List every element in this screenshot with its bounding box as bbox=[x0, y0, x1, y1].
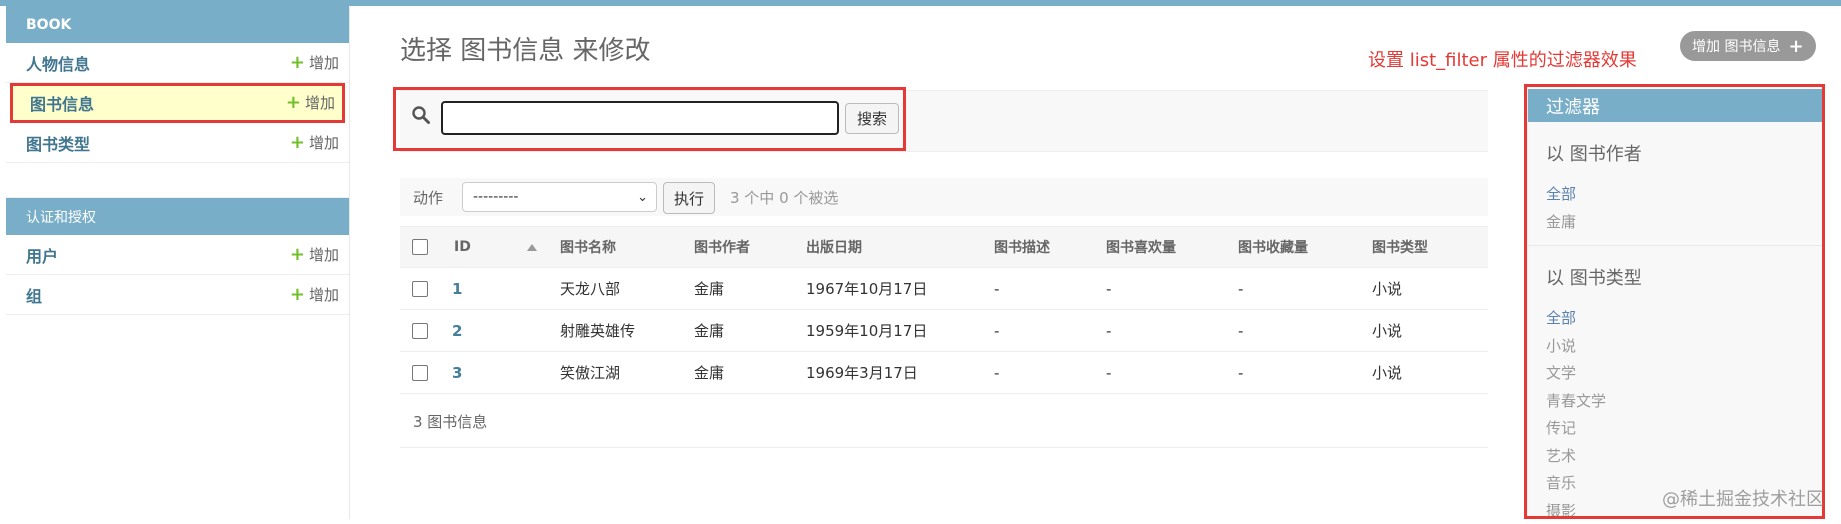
search-highlight-box bbox=[393, 87, 906, 151]
cell-name: 天龙八部 bbox=[560, 268, 694, 310]
selection-counter: 3 个中 0 个被选 bbox=[730, 187, 838, 208]
table-row: 3 笑傲江湖 金庸 1969年3月17日 - - - 小说 bbox=[400, 352, 1488, 394]
actions-label: 动作 bbox=[413, 187, 443, 208]
add-link[interactable]: +增加 bbox=[290, 244, 339, 265]
cell-date: 1967年10月17日 bbox=[806, 268, 994, 310]
column-header-id[interactable]: ID bbox=[442, 227, 560, 268]
watermark: @稀土掘金技术社区 bbox=[1662, 485, 1824, 511]
sidebar-item-label[interactable]: 组 bbox=[26, 283, 42, 307]
sidebar-spacer bbox=[6, 163, 349, 198]
cell-author: 金庸 bbox=[694, 268, 806, 310]
cell-likes: - bbox=[1106, 268, 1238, 310]
plus-icon: + bbox=[290, 246, 305, 264]
add-book-button[interactable]: 增加 图书信息+ bbox=[1680, 31, 1816, 61]
chevron-down-icon: ⌄ bbox=[637, 190, 648, 205]
cell-date: 1969年3月17日 bbox=[806, 352, 994, 394]
column-header-name[interactable]: 图书名称 bbox=[560, 227, 694, 268]
sidebar-item-users[interactable]: 用户 +增加 bbox=[6, 235, 349, 275]
cell-date: 1959年10月17日 bbox=[806, 310, 994, 352]
sidebar-item-label[interactable]: 图书信息 bbox=[30, 91, 94, 115]
cell-name: 笑傲江湖 bbox=[560, 352, 694, 394]
run-action-button[interactable]: 执行 bbox=[663, 182, 715, 214]
module-header-auth[interactable]: 认证和授权 bbox=[6, 198, 349, 235]
add-link[interactable]: +增加 bbox=[286, 92, 335, 113]
plus-icon: + bbox=[286, 94, 301, 112]
paginator: 3 图书信息 bbox=[400, 395, 1488, 448]
result-count: 3 图书信息 bbox=[413, 411, 487, 432]
actions-bar: 动作 --------- ⌄ 执行 3 个中 0 个被选 bbox=[400, 178, 1488, 216]
sidebar-item-label[interactable]: 人物信息 bbox=[26, 51, 90, 75]
column-header-desc[interactable]: 图书描述 bbox=[994, 227, 1106, 268]
cell-author: 金庸 bbox=[694, 310, 806, 352]
sidebar-item-person[interactable]: 人物信息 +增加 bbox=[6, 43, 349, 83]
row-id-link[interactable]: 2 bbox=[442, 310, 560, 352]
cell-desc: - bbox=[994, 352, 1106, 394]
app-sidebar: BOOK 人物信息 +增加 图书信息 +增加 图书类型 +增加 认证和授权 用户… bbox=[6, 6, 350, 519]
column-header-author[interactable]: 图书作者 bbox=[694, 227, 806, 268]
column-header-favs[interactable]: 图书收藏量 bbox=[1238, 227, 1372, 268]
page-title: 选择 图书信息 来修改 bbox=[400, 30, 651, 67]
add-link[interactable]: +增加 bbox=[290, 284, 339, 305]
sidebar-item-groups[interactable]: 组 +增加 bbox=[6, 275, 349, 315]
plus-icon: + bbox=[1788, 36, 1803, 57]
column-header-date[interactable]: 出版日期 bbox=[806, 227, 994, 268]
cell-type: 小说 bbox=[1372, 352, 1488, 394]
cell-type: 小说 bbox=[1372, 268, 1488, 310]
cell-name: 射雕英雄传 bbox=[560, 310, 694, 352]
cell-favs: - bbox=[1238, 268, 1372, 310]
row-checkbox[interactable] bbox=[412, 281, 428, 297]
row-checkbox[interactable] bbox=[412, 323, 428, 339]
row-id-link[interactable]: 3 bbox=[442, 352, 560, 394]
sidebar-item-book[interactable]: 图书信息 +增加 bbox=[10, 83, 345, 123]
action-select[interactable]: --------- ⌄ bbox=[462, 182, 657, 212]
column-header-likes[interactable]: 图书喜欢量 bbox=[1106, 227, 1238, 268]
add-link[interactable]: +增加 bbox=[290, 52, 339, 73]
add-link[interactable]: +增加 bbox=[290, 132, 339, 153]
filter-highlight-box bbox=[1524, 84, 1825, 519]
annotation-note: 设置 list_filter 属性的过滤器效果 bbox=[1368, 46, 1637, 72]
table-header-row: ID 图书名称 图书作者 出版日期 图书描述 图书喜欢量 图书收藏量 图书类型 bbox=[400, 227, 1488, 268]
plus-icon: + bbox=[290, 134, 305, 152]
cell-favs: - bbox=[1238, 352, 1372, 394]
sidebar-item-label[interactable]: 图书类型 bbox=[26, 131, 90, 155]
table-row: 2 射雕英雄传 金庸 1959年10月17日 - - - 小说 bbox=[400, 310, 1488, 352]
cell-desc: - bbox=[994, 268, 1106, 310]
results-table: ID 图书名称 图书作者 出版日期 图书描述 图书喜欢量 图书收藏量 图书类型 … bbox=[400, 226, 1488, 394]
cell-favs: - bbox=[1238, 310, 1372, 352]
cell-desc: - bbox=[994, 310, 1106, 352]
sort-ascending-icon[interactable] bbox=[527, 244, 537, 251]
table-row: 1 天龙八部 金庸 1967年10月17日 - - - 小说 bbox=[400, 268, 1488, 310]
plus-icon: + bbox=[290, 54, 305, 72]
module-header-book[interactable]: BOOK bbox=[6, 6, 349, 43]
cell-likes: - bbox=[1106, 352, 1238, 394]
select-all-checkbox[interactable] bbox=[412, 239, 428, 255]
plus-icon: + bbox=[290, 286, 305, 304]
sidebar-item-book-type[interactable]: 图书类型 +增加 bbox=[6, 123, 349, 163]
cell-type: 小说 bbox=[1372, 310, 1488, 352]
cell-likes: - bbox=[1106, 310, 1238, 352]
select-all-cell bbox=[400, 227, 442, 268]
sidebar-item-label[interactable]: 用户 bbox=[26, 243, 58, 267]
row-id-link[interactable]: 1 bbox=[442, 268, 560, 310]
row-checkbox[interactable] bbox=[412, 365, 428, 381]
column-header-type[interactable]: 图书类型 bbox=[1372, 227, 1488, 268]
cell-author: 金庸 bbox=[694, 352, 806, 394]
